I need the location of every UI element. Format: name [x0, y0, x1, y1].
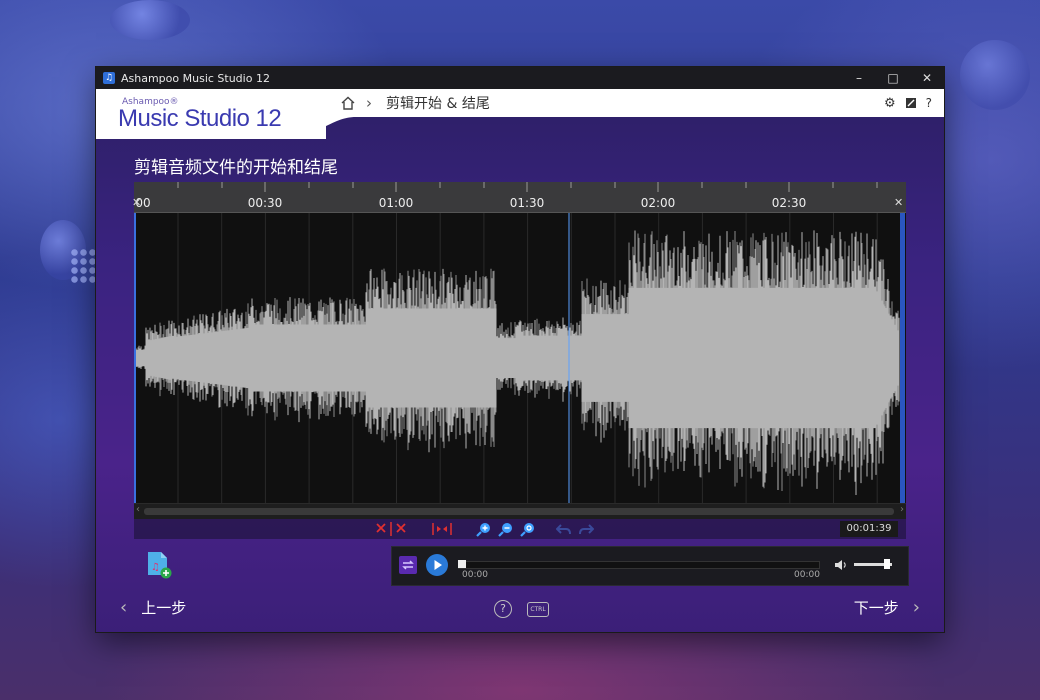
zoom-fit-icon[interactable]	[520, 521, 536, 537]
next-button[interactable]: 下一步 ›	[854, 597, 920, 618]
playback-progress[interactable]	[458, 560, 820, 569]
logo-product: Music Studio 12	[118, 105, 282, 132]
timeline-label: 00:30	[247, 196, 283, 210]
cut-start-icon[interactable]	[374, 521, 410, 537]
undo-icon[interactable]	[556, 521, 572, 537]
play-button[interactable]	[426, 554, 448, 576]
close-button[interactable]: ✕	[910, 67, 944, 89]
chevron-right-icon: ›	[366, 94, 372, 112]
add-file-icon[interactable]: ♫	[146, 551, 172, 579]
edit-toolbar: 00:01:39	[134, 519, 906, 539]
audio-player: 00:00 00:00	[391, 546, 909, 586]
scroll-left-icon[interactable]: ‹	[136, 504, 140, 515]
chevron-right-icon: ›	[912, 597, 920, 618]
home-icon[interactable]	[340, 95, 356, 111]
end-marker	[900, 213, 905, 503]
prev-label: 上一步	[141, 599, 187, 617]
play-icon	[434, 560, 442, 570]
total-time: 00:00	[794, 570, 820, 580]
music-note-icon: ♫	[103, 72, 115, 84]
edit-icon[interactable]	[905, 97, 917, 109]
position-time: 00:01:39	[840, 521, 898, 537]
volume-icon[interactable]	[834, 558, 848, 572]
maximize-button[interactable]: □	[876, 67, 910, 89]
waveform-area[interactable]	[134, 213, 906, 503]
chevron-left-icon: ‹	[120, 597, 128, 618]
progress-knob[interactable]	[458, 560, 466, 568]
header: Ashampoo® Music Studio 12 › 剪辑开始 & 结尾 ⚙ …	[96, 89, 944, 139]
redo-icon[interactable]	[578, 521, 594, 537]
window-title: Ashampoo Music Studio 12	[121, 71, 270, 85]
current-time: 00:00	[462, 570, 488, 580]
page-title: 剪辑音频文件的开始和结尾	[134, 158, 338, 178]
timeline-label: 01:30	[509, 196, 545, 210]
wallpaper-knob	[110, 0, 190, 40]
scrollbar-thumb[interactable]	[144, 508, 894, 515]
wallpaper-dots	[70, 248, 96, 284]
title-bar: ♫ Ashampoo Music Studio 12 – □ ✕	[96, 67, 944, 89]
loop-icon[interactable]	[398, 555, 418, 575]
next-label: 下一步	[853, 599, 899, 617]
timeline-label: 02:00	[640, 196, 676, 210]
ctrl-key-icon[interactable]: CTRL	[527, 602, 549, 617]
help-icon[interactable]: ?	[926, 96, 932, 110]
svg-text:♫: ♫	[151, 562, 160, 573]
horizontal-scrollbar[interactable]: ‹ ›	[134, 503, 906, 519]
logo: Ashampoo® Music Studio 12	[96, 89, 326, 139]
zoom-out-icon[interactable]	[498, 521, 514, 537]
gear-icon[interactable]: ⚙	[884, 96, 896, 111]
timeline-label: 01:00	[378, 196, 414, 210]
timeline-label: 02:30	[771, 196, 807, 210]
start-marker-icon[interactable]: ✕	[132, 196, 141, 209]
waveform-editor[interactable]: 00 00:30 01:00 01:30 02:00 02:30 ✕ ✕ ‹ ›	[132, 182, 906, 519]
prev-button[interactable]: ‹ 上一步	[120, 597, 186, 618]
header-actions: ⚙ ?	[884, 96, 932, 111]
wallpaper-knob	[960, 40, 1030, 110]
zoom-in-icon[interactable]	[476, 521, 492, 537]
volume-knob[interactable]	[884, 559, 890, 569]
trim-selection-icon[interactable]	[430, 521, 454, 537]
breadcrumb: › 剪辑开始 & 结尾 ⚙ ?	[326, 89, 944, 117]
app-window: ♫ Ashampoo Music Studio 12 – □ ✕ Ashampo…	[96, 67, 944, 632]
minimize-button[interactable]: –	[842, 67, 876, 89]
scroll-right-icon[interactable]: ›	[900, 504, 904, 515]
end-marker-icon[interactable]: ✕	[894, 196, 903, 209]
waveform	[134, 213, 905, 503]
breadcrumb-current: 剪辑开始 & 结尾	[386, 96, 490, 112]
help-button[interactable]: ?	[494, 600, 512, 618]
timeline-ruler[interactable]: 00 00:30 01:00 01:30 02:00 02:30 ✕ ✕	[132, 182, 906, 213]
